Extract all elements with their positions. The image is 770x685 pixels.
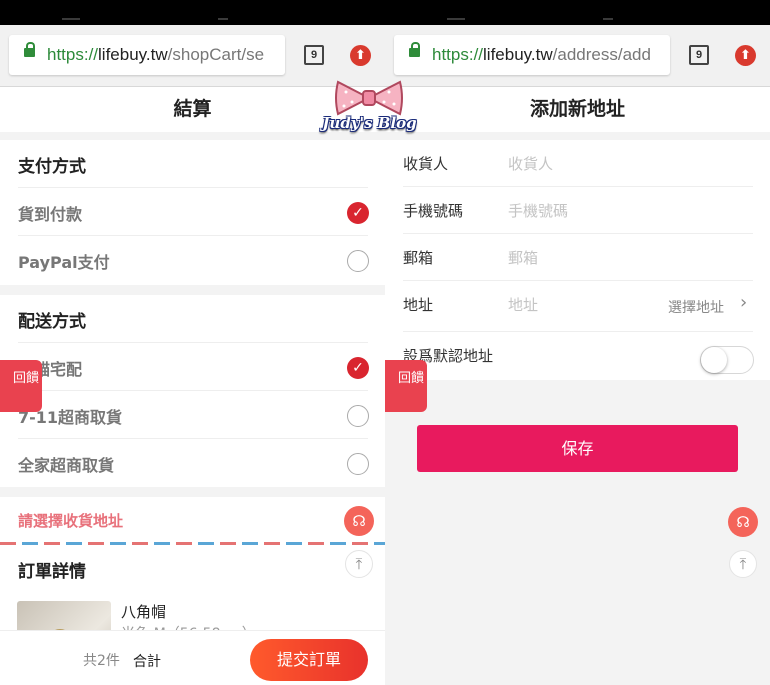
headset-icon[interactable]: ☊ [728, 507, 758, 537]
email-field[interactable]: 郵箱 郵箱 [403, 234, 753, 281]
url-text: https://lifebuy.tw/shopCart/se [47, 45, 264, 65]
address-form: 收貨人 收貨人 手機號碼 手機號碼 郵箱 郵箱 地址 地址 選擇地址 › 設爲默… [385, 140, 770, 380]
back-to-top-icon[interactable]: ⤒ [729, 550, 757, 578]
headset-icon[interactable]: ☊ [344, 506, 374, 536]
product-name: 八角帽 [121, 603, 167, 621]
total-label: 合計 [133, 654, 161, 670]
bow-icon [335, 80, 403, 116]
field-label: 地址 [403, 296, 434, 314]
option-label: PayPal支付 [18, 253, 110, 272]
select-address-link[interactable]: 選擇地址 [668, 297, 724, 317]
payment-section: 支付方式 貨到付款 ✓ PayPal支付 [0, 140, 385, 285]
email-input[interactable]: 郵箱 [508, 247, 538, 268]
url-scheme: https:// [47, 45, 99, 64]
shipping-option-711[interactable]: 7-11超商取貨 [18, 390, 369, 438]
screenshot-root: https://lifebuy.tw/shopCart/se 9 ⬆ 結算 支付… [0, 0, 770, 685]
phone-input[interactable]: 手機號碼 [508, 200, 568, 221]
option-label: 貨到付款 [18, 205, 83, 224]
order-title: 訂單詳情 [18, 562, 86, 582]
payment-option-paypal[interactable]: PayPal支付 [18, 235, 369, 283]
browser-toolbar: https://lifebuy.tw/address/add 9 ⬆ [385, 25, 770, 87]
field-label: 郵箱 [403, 249, 434, 267]
field-label: 收貨人 [403, 155, 449, 173]
blog-watermark: Judy's Blog [322, 76, 417, 142]
recipient-input[interactable]: 收貨人 [508, 153, 553, 174]
tab-switcher-icon[interactable]: 9 [689, 45, 709, 65]
checkout-footer: 共2件 合計 提交訂單 [0, 630, 385, 685]
page-title: 添加新地址 [385, 87, 770, 132]
radio-icon[interactable] [347, 250, 369, 272]
lock-icon [409, 42, 420, 57]
upload-icon[interactable]: ⬆ [735, 45, 756, 66]
tab-switcher-icon[interactable]: 9 [304, 45, 324, 65]
url-scheme: https:// [432, 45, 484, 64]
item-count: 共2件 [83, 653, 120, 669]
address-divider [0, 542, 385, 545]
url-path: /address/add [552, 45, 651, 64]
shipping-option-home[interactable]: 黑貓宅配 ✓ [18, 342, 369, 390]
field-label: 手機號碼 [403, 202, 464, 220]
radio-icon[interactable] [347, 405, 369, 427]
address-bar[interactable]: https://lifebuy.tw/shopCart/se [9, 35, 285, 75]
shipping-option-family[interactable]: 全家超商取貨 [18, 438, 369, 486]
feedback-button[interactable]: 回饋 [385, 360, 427, 412]
url-host: lifebuy.tw [483, 45, 553, 64]
lock-icon [24, 42, 35, 57]
check-icon[interactable]: ✓ [347, 202, 369, 224]
address-bar[interactable]: https://lifebuy.tw/address/add [394, 35, 670, 75]
watermark-text: Judy's Blog [322, 114, 417, 132]
status-bar [0, 0, 770, 25]
radio-icon[interactable] [347, 453, 369, 475]
select-address-label: 請選擇收貨地址 [18, 512, 124, 530]
save-button[interactable]: 保存 [417, 425, 738, 472]
recipient-field[interactable]: 收貨人 收貨人 [403, 140, 753, 187]
default-address-row: 設爲默認地址 [403, 332, 754, 379]
check-icon[interactable]: ✓ [347, 357, 369, 379]
shipping-section: 配送方式 黑貓宅配 ✓ 7-11超商取貨 全家超商取貨 [0, 295, 385, 487]
default-address-toggle[interactable] [700, 346, 754, 374]
back-to-top-icon[interactable]: ⤒ [345, 550, 373, 578]
url-host: lifebuy.tw [98, 45, 168, 64]
payment-option-cod[interactable]: 貨到付款 ✓ [18, 187, 369, 235]
chevron-right-icon[interactable]: › [740, 292, 747, 313]
payment-title: 支付方式 [18, 157, 86, 177]
submit-order-button[interactable]: 提交訂單 [250, 639, 368, 681]
upload-icon[interactable]: ⬆ [350, 45, 371, 66]
add-address-screen: https://lifebuy.tw/address/add 9 ⬆ 添加新地址… [385, 25, 770, 685]
phone-field[interactable]: 手機號碼 手機號碼 [403, 187, 753, 234]
toggle-knob [701, 347, 727, 373]
shipping-title: 配送方式 [18, 312, 86, 332]
address-input[interactable]: 地址 [508, 294, 538, 315]
url-text: https://lifebuy.tw/address/add [432, 45, 651, 65]
option-label: 全家超商取貨 [18, 456, 115, 475]
url-path: /shopCart/se [167, 45, 265, 64]
feedback-button[interactable]: 回饋 [0, 360, 42, 412]
address-field[interactable]: 地址 地址 選擇地址 › [403, 281, 753, 332]
